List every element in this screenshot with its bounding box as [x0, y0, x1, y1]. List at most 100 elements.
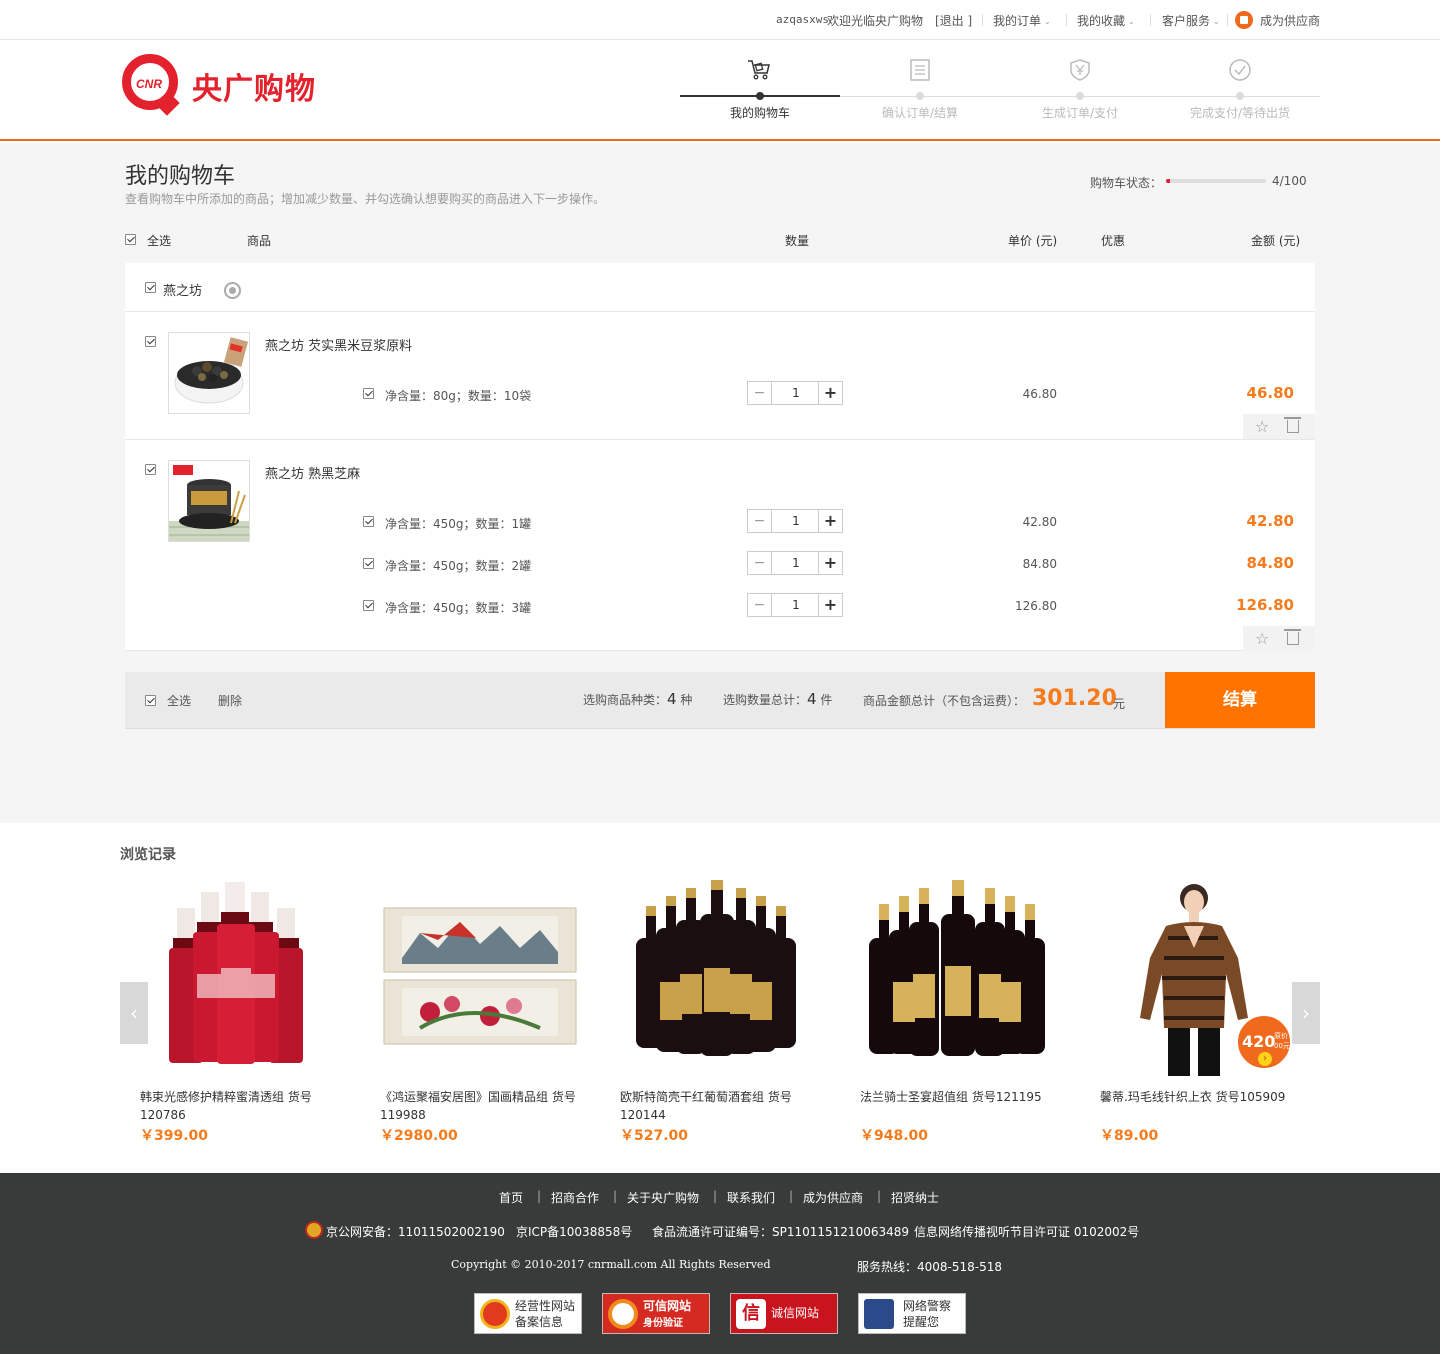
browse-item-name[interactable]: 馨蒂.玛毛线针织上衣 货号105909	[1100, 1088, 1300, 1106]
spec-checkbox[interactable]	[363, 388, 374, 399]
product-checkbox[interactable]	[145, 464, 156, 475]
col-amount: 金额 (元)	[1251, 234, 1301, 248]
decrease-button[interactable]: −	[748, 594, 772, 616]
browse-history-title: 浏览记录	[120, 847, 176, 863]
delete-trash-icon[interactable]	[1284, 417, 1301, 433]
shop-name[interactable]: 燕之坊	[163, 280, 202, 299]
footer-broadcast-license: 信息网络传播视听节目许可证 0102002号	[914, 1225, 1140, 1239]
footer-link-careers[interactable]: 招贤纳士	[891, 1189, 939, 1206]
increase-button[interactable]: +	[818, 552, 842, 574]
promo-note-1: 原价	[1274, 1032, 1288, 1040]
become-supplier-link[interactable]: 成为供应商	[1260, 12, 1320, 29]
promo-note-2: 00元	[1274, 1042, 1290, 1050]
record-shield-icon	[480, 1299, 510, 1329]
badge-integrity-site[interactable]: 信 诚信网站	[730, 1293, 838, 1334]
browse-item-price: ￥2980.00	[380, 1128, 458, 1144]
browse-item-name[interactable]: 韩束光感修护精粹蜜清透组 货号120786	[140, 1088, 340, 1124]
step-label-cart: 我的购物车	[729, 106, 790, 120]
select-all-bottom-checkbox[interactable]	[145, 695, 156, 706]
quantity-input[interactable]: 1	[772, 382, 820, 404]
product-checkbox[interactable]	[145, 336, 156, 347]
browse-item-name[interactable]: 法兰骑士圣宴超值组 货号121195	[860, 1088, 1060, 1106]
step-label-confirm: 确认订单/结算	[881, 106, 959, 120]
my-favorites-menu[interactable]: 我的收藏 ⌄	[1077, 12, 1135, 29]
top-bar: azqasxws 欢迎光临央广购物 [退出 ] 我的订单 ⌄ 我的收藏 ⌄ 客户服务…	[0, 0, 1440, 40]
spec-checkbox[interactable]	[363, 516, 374, 527]
increase-button[interactable]: +	[818, 510, 842, 532]
row-actions: ☆	[1243, 414, 1315, 439]
cart-icon	[748, 60, 770, 80]
badge-cyber-police[interactable]: 网络警察 提醒您	[858, 1293, 966, 1334]
row-actions: ☆	[1243, 626, 1315, 651]
footer-link-supplier[interactable]: 成为供应商	[803, 1189, 863, 1206]
select-all-checkbox[interactable]	[125, 234, 136, 245]
total-unit: 元	[1113, 697, 1126, 711]
spec-checkbox[interactable]	[363, 558, 374, 569]
increase-button[interactable]: +	[818, 382, 842, 404]
favorite-star-icon[interactable]: ☆	[1255, 417, 1269, 436]
police-emblem-icon	[305, 1221, 323, 1239]
quantity-stepper: − 1 +	[747, 551, 843, 575]
select-all-bottom-label: 全选	[167, 694, 192, 708]
logo-mark: CNR	[136, 77, 162, 91]
col-quantity: 数量	[785, 234, 810, 248]
select-all-label: 全选	[147, 234, 172, 248]
line-amount: 46.80	[1246, 384, 1294, 402]
shop-row	[125, 263, 1315, 311]
logo-brand[interactable]: 央广购物	[192, 64, 316, 108]
spec-label: 净含量：450g；数量：1罐	[385, 517, 532, 531]
decrease-button[interactable]: −	[748, 552, 772, 574]
quantity-input[interactable]: 1	[772, 594, 820, 616]
yuan-shield-icon	[1070, 59, 1090, 81]
shop-service-icon[interactable]	[224, 282, 241, 299]
quantity-stepper: − 1 +	[747, 593, 843, 617]
footer-police-record[interactable]: 京公网安备：11011502002190	[326, 1223, 505, 1240]
chevron-down-icon: ⌄	[1044, 17, 1051, 26]
product-name[interactable]: 燕之坊 熟黑芝麻	[265, 463, 360, 482]
footer-copyright: Copyright © 2010-2017 cnrmall.com All Ri…	[451, 1258, 771, 1271]
footer-icp[interactable]: 京ICP备10038858号	[516, 1223, 632, 1240]
spec-label: 净含量：80g；数量：10袋	[385, 389, 532, 403]
browse-item-name[interactable]: 欧斯特简壳干红葡萄酒套组 货号120144	[620, 1088, 820, 1124]
footer-link-home[interactable]: 首页	[499, 1189, 523, 1206]
decrease-button[interactable]: −	[748, 382, 772, 404]
footer-link-investment[interactable]: 招商合作	[551, 1189, 599, 1206]
footer-link-about[interactable]: 关于央广购物	[627, 1189, 699, 1206]
total-amount: 301.20	[1032, 686, 1117, 711]
step-dot-2	[916, 92, 924, 100]
unit-price: 42.80	[1022, 515, 1057, 529]
col-unit-price: 单价 (元)	[1008, 234, 1058, 248]
quantity-input[interactable]: 1	[772, 552, 820, 574]
cart-status-label: 购物车状态：	[1090, 176, 1163, 190]
promo-price: 420	[1242, 1032, 1276, 1051]
browse-item-image[interactable]	[620, 878, 820, 1078]
increase-button[interactable]: +	[818, 594, 842, 616]
shop-checkbox[interactable]	[145, 282, 156, 293]
favorite-star-icon[interactable]: ☆	[1255, 629, 1269, 648]
product-image[interactable]	[168, 332, 250, 414]
product-name[interactable]: 燕之坊 芡实黑米豆浆原料	[265, 335, 412, 354]
unit-price: 46.80	[1022, 387, 1057, 401]
badge-trusted-site[interactable]: 可信网站 身份验证	[602, 1293, 710, 1334]
browse-item-image[interactable]	[380, 878, 580, 1078]
quantity-stepper: − 1 +	[747, 381, 843, 405]
cart-status-bar	[1166, 179, 1266, 183]
browse-item-name[interactable]: 《鸿运聚福安居图》国画精品组 货号119988	[380, 1088, 580, 1124]
checkout-button[interactable]: 结算	[1165, 672, 1315, 728]
quantity-input[interactable]: 1	[772, 510, 820, 532]
footer-link-contact[interactable]: 联系我们	[727, 1189, 775, 1206]
delete-trash-icon[interactable]	[1284, 629, 1301, 645]
decrease-button[interactable]: −	[748, 510, 772, 532]
badge-business-record[interactable]: 经营性网站 备案信息	[474, 1293, 582, 1334]
page-description: 查看购物车中所添加的商品；增加减少数量、并勾选确认想要购买的商品进入下一步操作。	[125, 192, 606, 206]
browse-item-image[interactable]	[137, 878, 337, 1078]
product-image[interactable]	[168, 460, 250, 542]
customer-service-menu[interactable]: 客户服务 ⌄	[1162, 12, 1220, 29]
chevron-down-icon: ⌄	[1128, 17, 1135, 26]
my-orders-menu[interactable]: 我的订单 ⌄	[993, 12, 1051, 29]
cyber-police-icon	[864, 1299, 894, 1329]
delete-selected-link[interactable]: 删除	[218, 692, 242, 709]
logout-link[interactable]: [退出 ]	[935, 12, 972, 29]
spec-checkbox[interactable]	[363, 600, 374, 611]
browse-item-image[interactable]	[857, 878, 1057, 1078]
